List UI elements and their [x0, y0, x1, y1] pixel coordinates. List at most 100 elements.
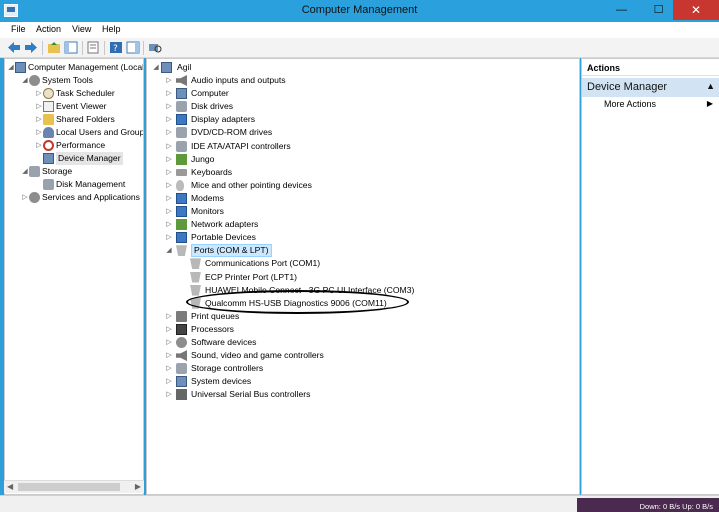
console-tree-item[interactable]: Disk Management [5, 178, 143, 191]
device-category[interactable]: ▷ Mice and other pointing devices [147, 179, 579, 192]
expand-arrow-icon[interactable]: ▷ [165, 74, 173, 87]
expand-arrow-icon[interactable]: ▷ [165, 140, 173, 153]
device-category[interactable]: ◢ Ports (COM & LPT) [147, 244, 579, 258]
collapse-arrow-icon[interactable]: ◢ [7, 61, 15, 74]
scan-hardware-icon[interactable] [148, 41, 162, 54]
scroll-right-arrow-icon[interactable]: ▶ [135, 482, 141, 491]
expand-arrow-icon[interactable]: ▷ [21, 191, 29, 204]
device-category[interactable]: ▷ Network adapters [147, 218, 579, 231]
device-category[interactable]: ▷ DVD/CD-ROM drives [147, 126, 579, 139]
menu-action[interactable]: Action [36, 24, 61, 34]
device-category[interactable]: ▷ Modems [147, 192, 579, 205]
mon-icon [176, 114, 187, 126]
expand-arrow-icon[interactable]: ▷ [165, 349, 173, 362]
actions-group-device-manager[interactable]: Device Manager ▲ [582, 78, 719, 97]
maximize-button[interactable]: ☐ [645, 0, 672, 20]
expand-arrow-icon[interactable]: ▷ [165, 100, 173, 113]
device-category[interactable]: ▷ Display adapters [147, 113, 579, 126]
device-tree-root[interactable]: ◢ Agil [147, 61, 579, 74]
device-category[interactable]: ▷ IDE ATA/ATAPI controllers [147, 140, 579, 153]
expand-arrow-icon[interactable]: ▷ [35, 113, 43, 126]
console-tree-item[interactable]: ▷ Task Scheduler [5, 87, 143, 100]
console-tree-item[interactable]: ▷ Event Viewer [5, 100, 143, 113]
expand-arrow-icon[interactable]: ▷ [35, 87, 43, 100]
device-category[interactable]: ▷ Portable Devices [147, 231, 579, 244]
device-category[interactable]: ▷ Universal Serial Bus controllers [147, 388, 579, 401]
expand-arrow-icon[interactable]: ▷ [165, 192, 173, 205]
mon-icon [176, 232, 187, 244]
folder-icon [43, 114, 54, 125]
expand-arrow-icon[interactable]: ▷ [165, 336, 173, 349]
device-category[interactable]: ▷ Storage controllers [147, 362, 579, 375]
collapse-arrow-icon[interactable]: ◢ [21, 74, 29, 87]
expand-arrow-icon[interactable]: ▷ [165, 362, 173, 375]
menu-help[interactable]: Help [102, 24, 121, 34]
expand-arrow-icon[interactable]: ▷ [165, 87, 173, 100]
device-category[interactable]: ▷ Software devices [147, 336, 579, 349]
title-bar: Computer Management — ☐ ✕ [0, 0, 719, 22]
scrollbar-thumb[interactable] [18, 483, 120, 491]
console-tree-item[interactable]: ▷ Local Users and Groups [5, 126, 143, 139]
console-tree-item[interactable]: ◢ Computer Management (Local [5, 61, 143, 74]
more-actions-arrow-icon[interactable]: ▶ [707, 99, 713, 108]
expand-arrow-icon[interactable]: ▷ [165, 205, 173, 218]
device-category[interactable]: ▷ Jungo [147, 153, 579, 166]
expand-arrow-icon[interactable]: ▷ [165, 388, 173, 401]
port-device[interactable]: Communications Port (COM1) [147, 257, 579, 270]
collapse-arrow-icon[interactable]: ◢ [152, 61, 160, 74]
expand-arrow-icon[interactable]: ▷ [165, 113, 173, 126]
device-category[interactable]: ▷ Computer [147, 87, 579, 100]
expand-arrow-icon[interactable]: ▷ [165, 231, 173, 244]
expand-arrow-icon[interactable]: ▷ [35, 139, 43, 152]
forward-arrow-icon[interactable] [24, 41, 38, 54]
menu-view[interactable]: View [72, 24, 91, 34]
expand-arrow-icon[interactable]: ▷ [165, 218, 173, 231]
device-category[interactable]: ▷ Keyboards [147, 166, 579, 179]
expand-arrow-icon[interactable]: ▷ [165, 323, 173, 336]
expand-arrow-icon[interactable]: ▷ [165, 166, 173, 179]
port-device[interactable]: Qualcomm HS-USB Diagnostics 9006 (COM11) [147, 297, 579, 310]
scroll-left-arrow-icon[interactable]: ◀ [7, 482, 13, 491]
net-icon [176, 153, 187, 165]
show-hide-console-tree-icon[interactable] [64, 41, 78, 54]
port-device[interactable]: ECP Printer Port (LPT1) [147, 271, 579, 284]
help-icon[interactable]: ? [109, 41, 123, 54]
menu-file[interactable]: File [11, 24, 26, 34]
minimize-button[interactable]: — [608, 0, 635, 20]
port-device[interactable]: HUAWEI Mobile Connect - 3G PC UI Interfa… [147, 284, 579, 297]
device-category[interactable]: ▷ Processors [147, 323, 579, 336]
device-category[interactable]: ▷ System devices [147, 375, 579, 388]
expand-arrow-icon[interactable]: ▷ [165, 179, 173, 192]
collapse-arrow-icon[interactable]: ◢ [165, 244, 173, 257]
device-category[interactable]: ▷ Sound, video and game controllers [147, 349, 579, 362]
console-tree-item[interactable]: Device Manager [5, 152, 143, 165]
expand-arrow-icon[interactable]: ▷ [35, 126, 43, 139]
properties-icon[interactable] [86, 41, 100, 54]
toolbar-separator [42, 41, 43, 55]
expand-arrow-icon[interactable]: ▷ [165, 310, 173, 323]
expand-arrow-icon[interactable]: ▷ [165, 375, 173, 388]
expand-arrow-icon[interactable]: ▷ [165, 126, 173, 139]
back-arrow-icon[interactable] [7, 41, 21, 54]
device-category[interactable]: ▷ Monitors [147, 205, 579, 218]
console-tree-item[interactable]: ◢ System Tools [5, 74, 143, 87]
device-category[interactable]: ▷ Print queues [147, 310, 579, 323]
more-actions-link[interactable]: More Actions [604, 99, 656, 109]
device-category-label: Computer [191, 88, 229, 99]
console-tree-item[interactable]: ▷ Performance [5, 139, 143, 152]
device-category[interactable]: ▷ Audio inputs and outputs [147, 74, 579, 87]
expand-arrow-icon[interactable]: ▷ [165, 153, 173, 166]
console-tree-item[interactable]: ▷ Shared Folders [5, 113, 143, 126]
device-category-label: Portable Devices [191, 232, 256, 243]
up-folder-icon[interactable] [47, 41, 61, 54]
show-hide-action-pane-icon[interactable] [126, 41, 140, 54]
console-tree-item[interactable]: ▷ Services and Applications [5, 191, 143, 204]
close-button[interactable]: ✕ [673, 0, 719, 20]
console-tree-horizontal-scrollbar[interactable]: ◀ ▶ [4, 480, 144, 493]
console-tree-item[interactable]: ◢ Storage [5, 165, 143, 178]
collapse-arrow-icon[interactable]: ▲ [706, 81, 715, 91]
console-tree-item-label: Event Viewer [56, 101, 107, 111]
expand-arrow-icon[interactable]: ▷ [35, 100, 43, 113]
collapse-arrow-icon[interactable]: ◢ [21, 165, 29, 178]
device-category[interactable]: ▷ Disk drives [147, 100, 579, 113]
